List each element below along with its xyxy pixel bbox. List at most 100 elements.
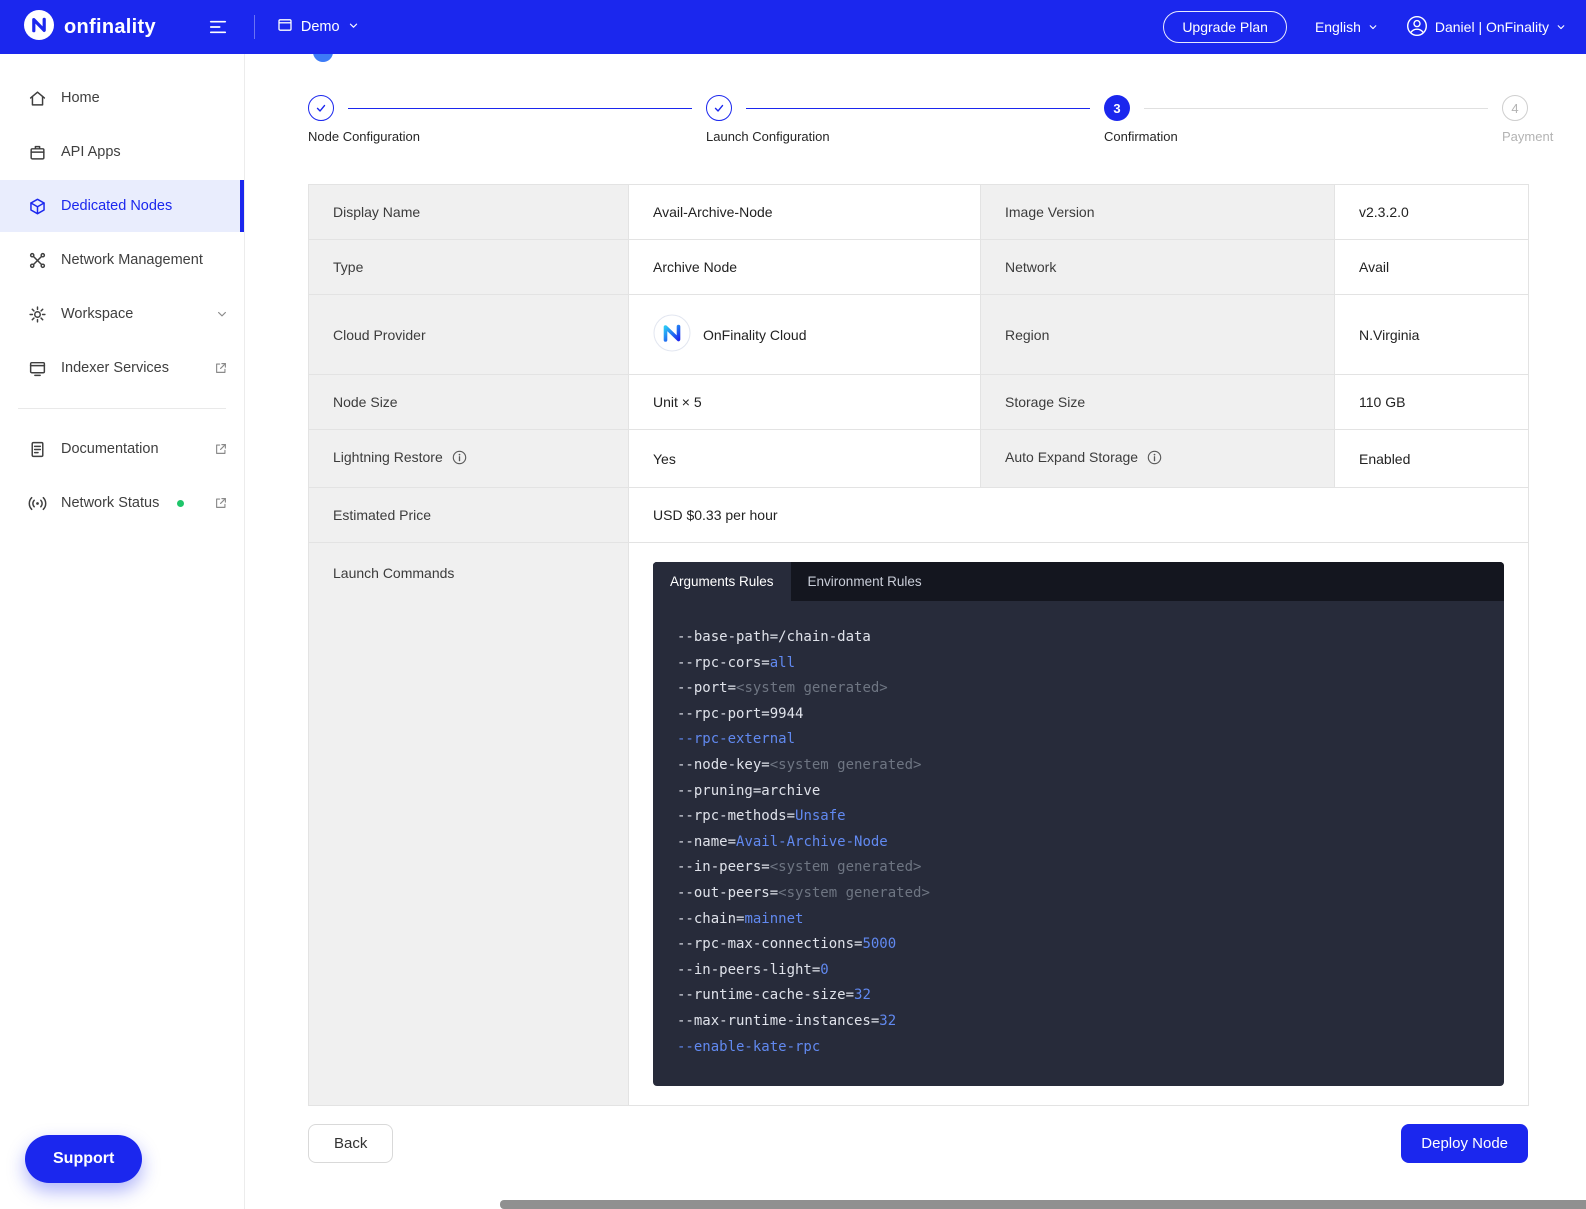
- onfinality-logo[interactable]: onfinality: [24, 10, 156, 45]
- code-line: --rpc-external: [677, 727, 1480, 753]
- back-button[interactable]: Back: [308, 1124, 393, 1163]
- sidebar-item-documentation[interactable]: Documentation: [0, 423, 244, 475]
- summary-label-cell: Lightning Restore: [309, 430, 629, 488]
- step-confirmation[interactable]: 3Confirmation: [1104, 95, 1130, 121]
- step-number: 4: [1502, 95, 1528, 121]
- user-menu[interactable]: Daniel | OnFinality: [1406, 15, 1566, 40]
- summary-value: Yes: [653, 451, 676, 467]
- sidebar-item-dedicated-nodes[interactable]: Dedicated Nodes: [0, 180, 244, 232]
- summary-value: 110 GB: [1359, 394, 1405, 410]
- summary-value-cell: Enabled: [1335, 430, 1529, 488]
- sidebar-item-network-management[interactable]: Network Management: [0, 234, 244, 286]
- code-line: --pruning=archive: [677, 779, 1480, 805]
- launch-commands-panel: Arguments Rules Environment Rules --base…: [653, 562, 1504, 1086]
- summary-label: Network: [1005, 259, 1056, 275]
- topbar-divider: [254, 15, 255, 39]
- language-selector[interactable]: English: [1315, 19, 1378, 35]
- upgrade-plan-button[interactable]: Upgrade Plan: [1163, 11, 1287, 43]
- launch-commands-code: --base-path=/chain-data--rpc-cors=all--p…: [653, 601, 1504, 1086]
- summary-label-cell: Cloud Provider: [309, 295, 629, 375]
- sidebar-item-label: Network Status: [61, 495, 159, 511]
- info-icon[interactable]: [452, 450, 467, 468]
- tab-arguments-rules[interactable]: Arguments Rules: [653, 562, 791, 601]
- chevron-down-icon: [216, 308, 228, 320]
- code-line: --in-peers=<system generated>: [677, 855, 1480, 881]
- summary-label: Auto Expand Storage: [1005, 449, 1138, 465]
- chevron-down-icon: [1556, 19, 1566, 35]
- summary-label-cell: Launch Commands: [309, 543, 629, 1106]
- code-line: --rpc-port=9944: [677, 702, 1480, 728]
- sidebar-item-home[interactable]: Home: [0, 72, 244, 124]
- step-label: Node Configuration: [308, 129, 420, 144]
- dedicated-nodes-icon: [28, 197, 47, 216]
- summary-label-cell: Network: [981, 240, 1335, 295]
- info-icon[interactable]: [1147, 450, 1162, 468]
- summary-row: Type Archive Node Network Avail: [309, 240, 1529, 295]
- topbar: onfinality Demo Upgrade Plan English Dan…: [0, 0, 1586, 54]
- confirmation-summary-table: Display Name Avail-Archive-Node Image Vers…: [308, 184, 1529, 1106]
- step-check-icon: [308, 95, 334, 121]
- workspace-selector[interactable]: Demo: [277, 17, 359, 37]
- summary-value-cell: USD $0.33 per hour: [629, 488, 1529, 543]
- summary-label: Display Name: [333, 204, 420, 220]
- tab-environment-rules[interactable]: Environment Rules: [791, 562, 939, 601]
- code-line: --node-key=<system generated>: [677, 753, 1480, 779]
- sidebar-collapse-icon[interactable]: [208, 17, 228, 37]
- summary-value: Archive Node: [653, 259, 737, 275]
- summary-label: Region: [1005, 327, 1049, 343]
- summary-label-cell: Node Size: [309, 375, 629, 430]
- onfinality-logo-icon: [24, 10, 54, 45]
- summary-label: Lightning Restore: [333, 449, 443, 465]
- step-payment[interactable]: 4Payment: [1502, 95, 1528, 121]
- summary-row: Node SizeUnit × 5Storage Size110 GB: [309, 375, 1529, 430]
- launch-commands-row: Launch Commands Arguments Rules Environm…: [309, 543, 1529, 1106]
- sidebar-item-label: Documentation: [61, 441, 159, 457]
- summary-value: USD $0.33 per hour: [653, 507, 778, 523]
- support-button[interactable]: Support: [25, 1135, 142, 1183]
- code-line: --port=<system generated>: [677, 676, 1480, 702]
- summary-label-cell: Region: [981, 295, 1335, 375]
- summary-value-cell: N.Virginia: [1335, 295, 1529, 375]
- network-status-icon: [28, 494, 47, 513]
- logo-text: onfinality: [64, 16, 156, 39]
- summary-value-cell: Avail: [1335, 240, 1529, 295]
- workspace-icon: [277, 17, 293, 37]
- summary-row: Display Name Avail-Archive-Node Image Vers…: [309, 185, 1529, 240]
- summary-row: Estimated Price USD $0.33 per hour: [309, 488, 1529, 543]
- step-launch-configuration[interactable]: Launch Configuration: [706, 95, 732, 121]
- summary-row: Lightning Restore Yes Auto Expand Storage E…: [309, 430, 1529, 488]
- summary-value: Avail-Archive-Node: [653, 204, 773, 220]
- external-link-icon: [214, 496, 228, 510]
- sidebar-item-indexer-services[interactable]: Indexer Services: [0, 342, 244, 394]
- summary-value: v2.3.2.0: [1359, 204, 1409, 220]
- code-line: --rpc-methods=Unsafe: [677, 804, 1480, 830]
- code-line: --base-path=/chain-data: [677, 625, 1480, 651]
- sidebar-item-label: Network Management: [61, 252, 203, 268]
- summary-row: Cloud ProviderOnFinality CloudRegionN.Vi…: [309, 295, 1529, 375]
- summary-label: Type: [333, 259, 363, 275]
- sidebar-item-label: Home: [61, 90, 100, 106]
- sidebar-item-label: API Apps: [61, 144, 121, 160]
- chevron-down-icon: [348, 19, 359, 35]
- workspace-name: Demo: [301, 19, 340, 35]
- sidebar-item-network-status[interactable]: Network Status: [0, 477, 244, 529]
- summary-label: Launch Commands: [333, 565, 454, 581]
- code-tab-bar: Arguments Rules Environment Rules: [653, 562, 1504, 601]
- sidebar-item-api-apps[interactable]: API Apps: [0, 126, 244, 178]
- step-number: 3: [1104, 95, 1130, 121]
- horizontal-scrollbar-thumb[interactable]: [500, 1200, 1586, 1209]
- summary-label-cell: Image Version: [981, 185, 1335, 240]
- summary-label-cell: Estimated Price: [309, 488, 629, 543]
- code-line: --chain=mainnet: [677, 907, 1480, 933]
- summary-value: Unit × 5: [653, 394, 702, 410]
- summary-value: Enabled: [1359, 451, 1410, 467]
- code-line: --enable-kate-rpc: [677, 1035, 1480, 1061]
- sidebar-divider: [18, 408, 226, 409]
- step-node-configuration[interactable]: Node Configuration: [308, 95, 334, 121]
- step-connector: [348, 108, 692, 109]
- external-link-icon: [214, 442, 228, 456]
- sidebar-nav: Home API Apps Dedicated Nodes Network Manag…: [0, 72, 244, 529]
- workspace-icon: [28, 305, 47, 324]
- sidebar-item-workspace[interactable]: Workspace: [0, 288, 244, 340]
- deploy-node-button[interactable]: Deploy Node: [1401, 1124, 1528, 1163]
